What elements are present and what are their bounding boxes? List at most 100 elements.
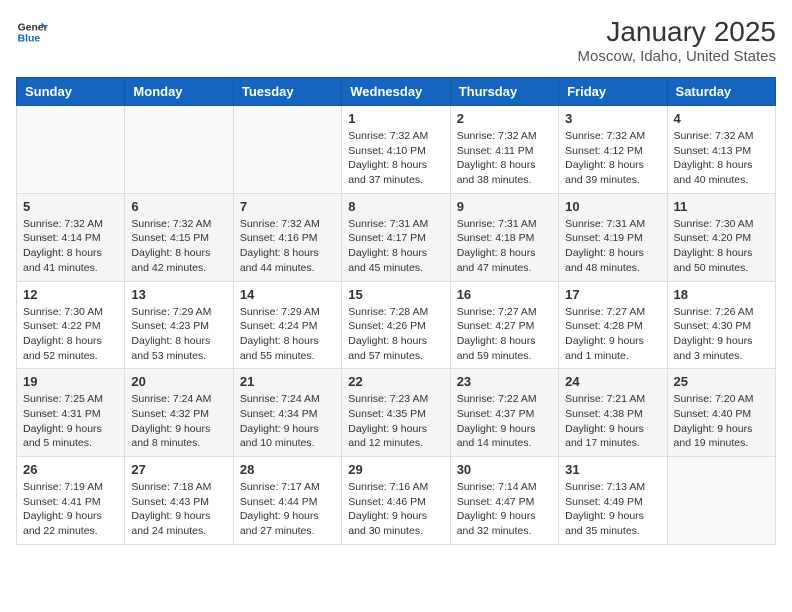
calendar-cell: 17 Sunrise: 7:27 AM Sunset: 4:28 PM Dayli… [559, 281, 667, 369]
calendar-cell: 23 Sunrise: 7:22 AM Sunset: 4:37 PM Dayli… [450, 369, 558, 457]
day-info: Sunrise: 7:27 AM Sunset: 4:27 PM Dayligh… [457, 305, 552, 364]
calendar-week-row: 12 Sunrise: 7:30 AM Sunset: 4:22 PM Dayli… [17, 281, 776, 369]
day-info: Sunrise: 7:31 AM Sunset: 4:17 PM Dayligh… [348, 217, 443, 276]
day-number: 15 [348, 287, 443, 302]
day-number: 27 [131, 462, 226, 477]
logo-icon: General Blue [16, 16, 48, 48]
calendar-cell: 2 Sunrise: 7:32 AM Sunset: 4:11 PM Daylig… [450, 106, 558, 194]
calendar-cell: 31Sunrise: 7:13 AM Sunset: 4:49 PM Dayli… [559, 457, 667, 545]
title-block: January 2025 Moscow, Idaho, United State… [578, 16, 776, 65]
calendar-cell [233, 106, 341, 194]
calendar-cell: 30Sunrise: 7:14 AM Sunset: 4:47 PM Dayli… [450, 457, 558, 545]
calendar-cell: 19 Sunrise: 7:25 AM Sunset: 4:31 PM Dayli… [17, 369, 125, 457]
day-number: 11 [674, 199, 769, 214]
day-info: Sunrise: 7:32 AM Sunset: 4:14 PM Dayligh… [23, 217, 118, 276]
day-number: 25 [674, 374, 769, 389]
calendar-week-row: 1Sunrise: 7:32 AM Sunset: 4:10 PM Daylig… [17, 106, 776, 194]
day-number: 13 [131, 287, 226, 302]
calendar-cell: 7 Sunrise: 7:32 AM Sunset: 4:16 PM Daylig… [233, 193, 341, 281]
day-number: 10 [565, 199, 660, 214]
page-header: General Blue January 2025 Moscow, Idaho,… [16, 16, 776, 65]
day-number: 5 [23, 199, 118, 214]
day-info: Sunrise: 7:26 AM Sunset: 4:30 PM Dayligh… [674, 305, 769, 364]
calendar-cell: 24 Sunrise: 7:21 AM Sunset: 4:38 PM Dayli… [559, 369, 667, 457]
day-info: Sunrise: 7:31 AM Sunset: 4:18 PM Dayligh… [457, 217, 552, 276]
day-info: Sunrise: 7:24 AM Sunset: 4:32 PM Dayligh… [131, 392, 226, 451]
day-info: Sunrise: 7:16 AM Sunset: 4:46 PM Dayligh… [348, 480, 443, 539]
day-number: 22 [348, 374, 443, 389]
calendar-cell: 4 Sunrise: 7:32 AM Sunset: 4:13 PM Daylig… [667, 106, 775, 194]
calendar-week-row: 5 Sunrise: 7:32 AM Sunset: 4:14 PM Daylig… [17, 193, 776, 281]
day-info: Sunrise: 7:13 AM Sunset: 4:49 PM Dayligh… [565, 480, 660, 539]
calendar-table: SundayMondayTuesdayWednesdayThursdayFrid… [16, 77, 776, 545]
day-number: 26 [23, 462, 118, 477]
calendar-cell [125, 106, 233, 194]
day-number: 2 [457, 111, 552, 126]
calendar-cell: 20Sunrise: 7:24 AM Sunset: 4:32 PM Dayli… [125, 369, 233, 457]
day-number: 24 [565, 374, 660, 389]
day-of-week-header: Monday [125, 78, 233, 106]
day-info: Sunrise: 7:29 AM Sunset: 4:23 PM Dayligh… [131, 305, 226, 364]
calendar-cell: 26 Sunrise: 7:19 AM Sunset: 4:41 PM Dayli… [17, 457, 125, 545]
day-number: 8 [348, 199, 443, 214]
day-info: Sunrise: 7:14 AM Sunset: 4:47 PM Dayligh… [457, 480, 552, 539]
day-of-week-header: Saturday [667, 78, 775, 106]
calendar-cell: 27 Sunrise: 7:18 AM Sunset: 4:43 PM Dayli… [125, 457, 233, 545]
day-info: Sunrise: 7:30 AM Sunset: 4:22 PM Dayligh… [23, 305, 118, 364]
day-of-week-header: Thursday [450, 78, 558, 106]
calendar-cell: 13 Sunrise: 7:29 AM Sunset: 4:23 PM Dayli… [125, 281, 233, 369]
day-info: Sunrise: 7:32 AM Sunset: 4:13 PM Dayligh… [674, 129, 769, 188]
day-of-week-header: Wednesday [342, 78, 450, 106]
day-info: Sunrise: 7:22 AM Sunset: 4:37 PM Dayligh… [457, 392, 552, 451]
day-info: Sunrise: 7:20 AM Sunset: 4:40 PM Dayligh… [674, 392, 769, 451]
logo: General Blue [16, 16, 48, 48]
day-number: 14 [240, 287, 335, 302]
day-number: 19 [23, 374, 118, 389]
calendar-cell: 16 Sunrise: 7:27 AM Sunset: 4:27 PM Dayli… [450, 281, 558, 369]
day-info: Sunrise: 7:23 AM Sunset: 4:35 PM Dayligh… [348, 392, 443, 451]
day-number: 17 [565, 287, 660, 302]
calendar-cell: 28Sunrise: 7:17 AM Sunset: 4:44 PM Dayli… [233, 457, 341, 545]
day-info: Sunrise: 7:32 AM Sunset: 4:16 PM Dayligh… [240, 217, 335, 276]
day-info: Sunrise: 7:19 AM Sunset: 4:41 PM Dayligh… [23, 480, 118, 539]
calendar-cell: 1Sunrise: 7:32 AM Sunset: 4:10 PM Daylig… [342, 106, 450, 194]
calendar-cell: 9Sunrise: 7:31 AM Sunset: 4:18 PM Daylig… [450, 193, 558, 281]
day-number: 18 [674, 287, 769, 302]
calendar-week-row: 19 Sunrise: 7:25 AM Sunset: 4:31 PM Dayli… [17, 369, 776, 457]
calendar-cell: 15 Sunrise: 7:28 AM Sunset: 4:26 PM Dayli… [342, 281, 450, 369]
day-info: Sunrise: 7:25 AM Sunset: 4:31 PM Dayligh… [23, 392, 118, 451]
calendar-cell [667, 457, 775, 545]
day-number: 6 [131, 199, 226, 214]
day-info: Sunrise: 7:32 AM Sunset: 4:11 PM Dayligh… [457, 129, 552, 188]
calendar-title: January 2025 [578, 16, 776, 48]
day-number: 16 [457, 287, 552, 302]
day-number: 7 [240, 199, 335, 214]
day-info: Sunrise: 7:28 AM Sunset: 4:26 PM Dayligh… [348, 305, 443, 364]
calendar-cell: 8 Sunrise: 7:31 AM Sunset: 4:17 PM Daylig… [342, 193, 450, 281]
day-info: Sunrise: 7:18 AM Sunset: 4:43 PM Dayligh… [131, 480, 226, 539]
calendar-week-row: 26 Sunrise: 7:19 AM Sunset: 4:41 PM Dayli… [17, 457, 776, 545]
day-info: Sunrise: 7:32 AM Sunset: 4:10 PM Dayligh… [348, 129, 443, 188]
day-of-week-header: Friday [559, 78, 667, 106]
day-info: Sunrise: 7:29 AM Sunset: 4:24 PM Dayligh… [240, 305, 335, 364]
day-info: Sunrise: 7:30 AM Sunset: 4:20 PM Dayligh… [674, 217, 769, 276]
day-number: 23 [457, 374, 552, 389]
day-info: Sunrise: 7:17 AM Sunset: 4:44 PM Dayligh… [240, 480, 335, 539]
day-info: Sunrise: 7:27 AM Sunset: 4:28 PM Dayligh… [565, 305, 660, 364]
calendar-cell: 22 Sunrise: 7:23 AM Sunset: 4:35 PM Dayli… [342, 369, 450, 457]
calendar-cell: 10Sunrise: 7:31 AM Sunset: 4:19 PM Dayli… [559, 193, 667, 281]
svg-text:Blue: Blue [18, 34, 41, 45]
calendar-cell: 3Sunrise: 7:32 AM Sunset: 4:12 PM Daylig… [559, 106, 667, 194]
day-info: Sunrise: 7:21 AM Sunset: 4:38 PM Dayligh… [565, 392, 660, 451]
calendar-cell: 14 Sunrise: 7:29 AM Sunset: 4:24 PM Dayli… [233, 281, 341, 369]
day-info: Sunrise: 7:32 AM Sunset: 4:15 PM Dayligh… [131, 217, 226, 276]
day-number: 3 [565, 111, 660, 126]
calendar-cell: 6 Sunrise: 7:32 AM Sunset: 4:15 PM Daylig… [125, 193, 233, 281]
day-of-week-header: Tuesday [233, 78, 341, 106]
day-number: 12 [23, 287, 118, 302]
calendar-cell: 25 Sunrise: 7:20 AM Sunset: 4:40 PM Dayli… [667, 369, 775, 457]
day-number: 4 [674, 111, 769, 126]
calendar-cell [17, 106, 125, 194]
calendar-subtitle: Moscow, Idaho, United States [578, 48, 776, 65]
day-number: 21 [240, 374, 335, 389]
